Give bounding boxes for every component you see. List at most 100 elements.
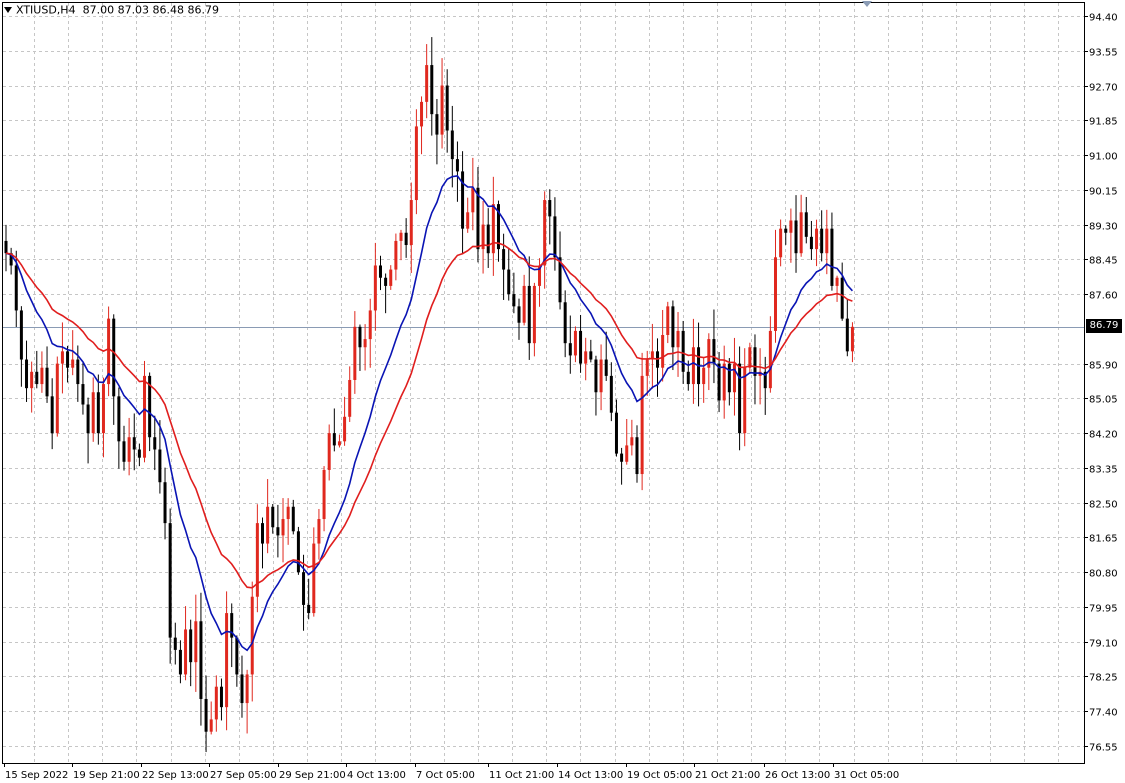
candle-body <box>199 621 203 699</box>
candle-body <box>563 302 567 344</box>
candle-body <box>363 339 367 348</box>
y-axis-tick-label: 79.10 <box>1089 639 1118 650</box>
x-axis-tick-label: 19 Sep 21:00 <box>73 770 140 781</box>
candle-body <box>240 674 244 704</box>
candle-body <box>548 200 552 217</box>
candle-body <box>450 130 454 160</box>
candle-body <box>404 232 408 246</box>
candle-body <box>507 269 511 295</box>
candle-body <box>630 437 634 446</box>
candle-body <box>727 363 731 393</box>
candle-body <box>748 347 752 368</box>
candle-body <box>96 392 100 434</box>
candle-body <box>184 629 188 675</box>
candle-body <box>178 649 182 675</box>
chart-window[interactable]: 94.40 93.55 92.70 91.85 91.00 90.15 89.30 88.45… <box>0 0 1125 783</box>
price-chart[interactable]: 94.40 93.55 92.70 91.85 91.00 90.15 89.30 88.45… <box>0 0 1125 783</box>
y-axis-tick-label: 77.40 <box>1089 708 1118 719</box>
candle-body <box>471 187 475 213</box>
candle-body <box>358 326 362 348</box>
candle-body <box>317 519 321 544</box>
x-axis-tick-label: 4 Oct 13:00 <box>347 770 406 781</box>
candle-body <box>368 310 372 340</box>
candle-body <box>168 523 172 638</box>
candle-body <box>163 482 167 524</box>
candle-body <box>466 212 470 229</box>
candle-body <box>584 351 588 364</box>
candle-body <box>389 269 393 286</box>
x-axis-tick-label: 7 Oct 05:00 <box>416 770 475 781</box>
candle-body <box>702 367 706 385</box>
candle-body <box>820 228 824 254</box>
candle-body <box>19 310 23 360</box>
candle-body <box>255 523 259 597</box>
candle-body <box>579 330 583 364</box>
ohlc-values: 87.00 87.03 86.48 86.79 <box>82 3 220 17</box>
candle-body <box>312 543 316 614</box>
candle-body <box>158 449 162 483</box>
candle-body <box>779 228 783 258</box>
candle-body <box>291 506 295 532</box>
y-axis-tick-label: 85.05 <box>1089 395 1118 406</box>
candle-body <box>620 453 624 462</box>
candle-body <box>661 334 665 368</box>
x-axis-tick-label: 26 Oct 13:00 <box>765 770 830 781</box>
candle-body <box>440 85 444 135</box>
candle-body <box>784 228 788 233</box>
candle-body <box>127 437 131 462</box>
candle-body <box>573 330 577 356</box>
candle-body <box>804 212 808 237</box>
candle-body <box>568 343 572 356</box>
candle-body <box>337 441 341 446</box>
candle-body <box>486 224 490 254</box>
candle-body <box>835 277 839 286</box>
candle-body <box>281 519 285 536</box>
chart-menu-triangle-icon[interactable] <box>4 7 12 13</box>
candle-body <box>645 359 649 376</box>
y-axis-tick-label: 91.00 <box>1089 152 1118 163</box>
candle-body <box>599 359 603 393</box>
candle-body <box>384 277 388 286</box>
candle-body <box>425 65 429 102</box>
y-axis-tick-label: 94.40 <box>1089 13 1118 24</box>
candle-body <box>414 126 418 201</box>
current-price-label: 86.79 <box>1086 319 1122 333</box>
y-axis-tick-label: 87.60 <box>1089 291 1118 302</box>
candle-body <box>614 412 618 454</box>
candle-body <box>666 306 670 335</box>
candle-body <box>753 347 757 376</box>
candle-body <box>204 698 208 732</box>
candle-body <box>55 363 59 434</box>
candle-body <box>686 371 690 385</box>
candle-body <box>4 240 8 254</box>
candle-body <box>794 220 798 254</box>
candle-body <box>235 637 239 675</box>
candle-body <box>101 384 105 434</box>
candle-body <box>774 257 777 331</box>
candle-body <box>604 359 608 376</box>
candle-body <box>209 719 213 732</box>
y-axis-tick-label: 79.95 <box>1089 604 1118 615</box>
candle-body <box>117 396 121 442</box>
candle-body <box>76 359 80 385</box>
candle-body <box>543 200 547 266</box>
candle-body <box>286 506 290 520</box>
x-axis-tick-label: 27 Sep 05:00 <box>210 770 277 781</box>
candle-body <box>399 232 403 241</box>
x-axis-tick-label: 11 Oct 21:00 <box>489 770 554 781</box>
candle-body <box>594 359 598 393</box>
candle-body <box>409 200 413 246</box>
candle-body <box>589 351 593 360</box>
candle-body <box>307 604 311 614</box>
candle-body <box>394 240 398 270</box>
chart-shift-marker-icon[interactable] <box>862 1 872 7</box>
x-axis-tick-label: 19 Oct 05:00 <box>627 770 692 781</box>
candle-body <box>717 363 721 401</box>
candle-body <box>30 371 34 389</box>
candle-body <box>245 674 249 704</box>
candle-body <box>445 85 449 131</box>
y-axis-tick-label: 78.25 <box>1089 673 1118 684</box>
candle-body <box>66 351 70 368</box>
candle-body <box>266 506 270 544</box>
x-axis-tick-label: 21 Oct 21:00 <box>695 770 760 781</box>
